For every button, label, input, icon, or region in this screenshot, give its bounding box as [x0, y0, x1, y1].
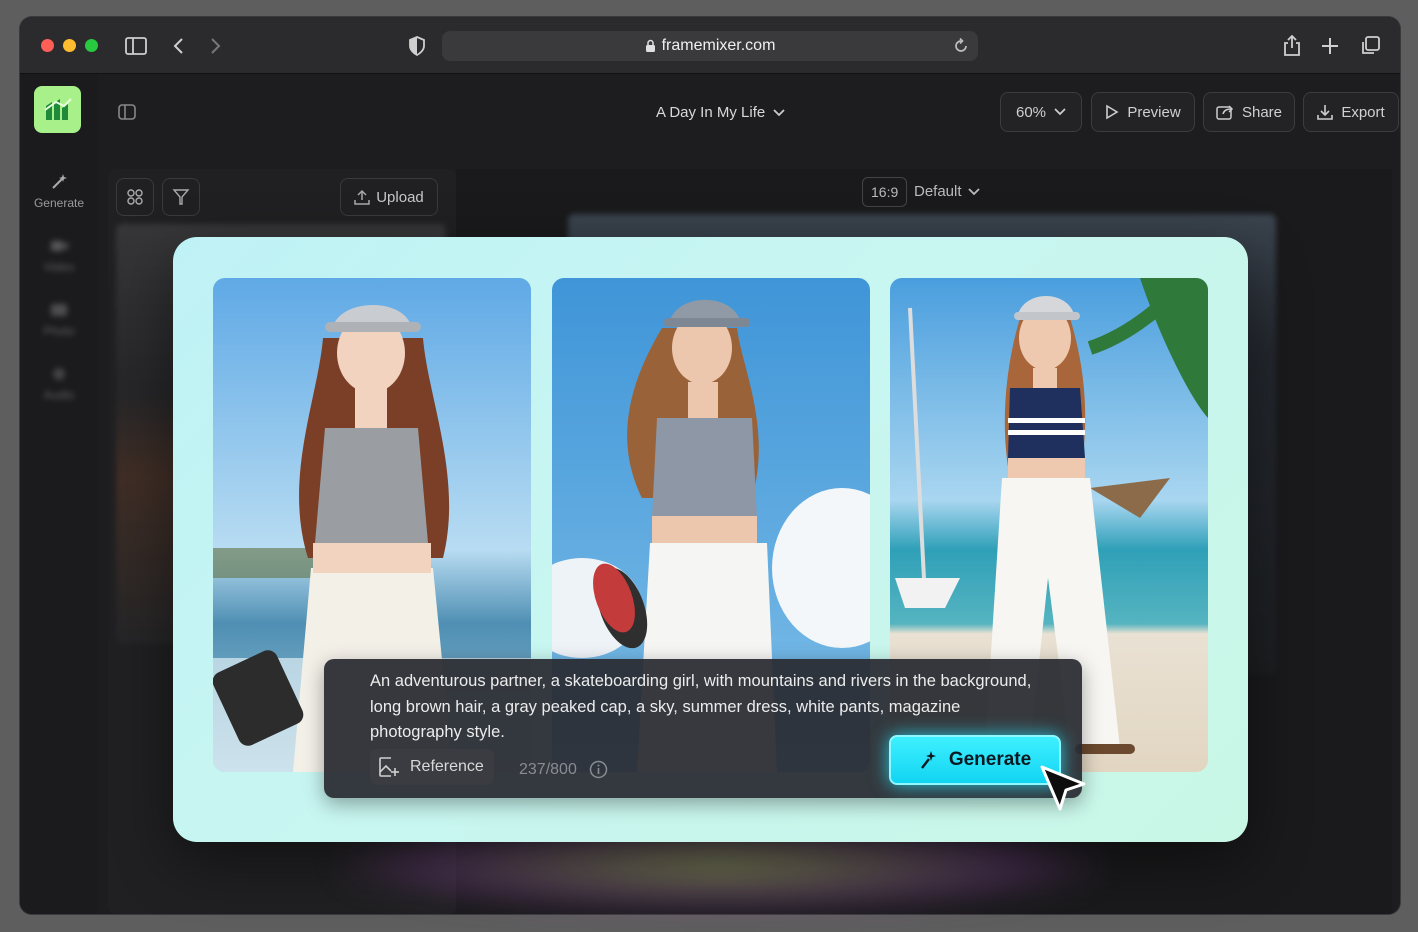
preview-label: Preview	[1127, 103, 1181, 121]
browser-titlebar: framemixer.com	[20, 17, 1400, 74]
url-text: framemixer.com	[661, 37, 776, 54]
sidebar-toggle-icon[interactable]	[124, 34, 148, 58]
project-title-dropdown[interactable]: A Day In My Life	[656, 104, 785, 121]
aspect-ratio-value: 16:9	[871, 184, 899, 200]
logo-icon	[43, 97, 72, 120]
sidebar-item-video[interactable]: Video	[20, 236, 98, 274]
app-logo[interactable]	[34, 86, 81, 133]
upload-icon	[354, 189, 370, 205]
filter-icon	[172, 189, 190, 205]
reference-label: Reference	[410, 758, 484, 775]
share-button[interactable]: Share	[1203, 92, 1295, 132]
upload-button[interactable]: Upload	[340, 178, 438, 216]
reference-button[interactable]: Reference	[370, 749, 494, 785]
filter-button[interactable]	[162, 178, 200, 216]
character-count-value: 237/800	[519, 760, 577, 778]
zoom-value: 60%	[1015, 103, 1047, 121]
aspect-ratio-button[interactable]: 16:9	[862, 177, 908, 207]
video-icon	[51, 241, 68, 251]
maximize-window-button[interactable]	[85, 39, 98, 52]
upload-label: Upload	[376, 188, 424, 206]
chevron-down-icon	[1054, 108, 1066, 116]
play-icon	[1106, 104, 1119, 120]
info-icon[interactable]	[589, 760, 608, 779]
layout-value: Default	[914, 183, 962, 200]
generation-card: An adventurous partner, a skateboarding …	[173, 237, 1248, 842]
app-sidebar: Generate Video Photo Audio	[20, 74, 98, 914]
sparkle-wand-icon	[920, 751, 936, 769]
mouse-cursor-icon	[1040, 765, 1086, 811]
audio-icon	[53, 368, 65, 380]
export-button[interactable]: Export	[1303, 92, 1399, 132]
editor-topbar: A Day In My Life 60% Preview Share Expor…	[98, 74, 1400, 154]
privacy-shield-icon[interactable]	[405, 34, 429, 58]
generate-button[interactable]: Generate	[889, 735, 1061, 785]
panel-toggle-icon[interactable]	[118, 104, 136, 125]
share-page-icon[interactable]	[1280, 34, 1304, 58]
address-bar[interactable]: framemixer.com	[442, 31, 978, 61]
chevron-down-icon	[773, 108, 785, 116]
back-icon[interactable]	[166, 34, 190, 58]
share-label: Share	[1241, 103, 1283, 121]
download-icon	[1317, 105, 1334, 120]
project-title: A Day In My Life	[656, 104, 766, 121]
photo-icon	[51, 304, 67, 316]
sidebar-item-audio[interactable]: Audio	[20, 364, 98, 402]
grid-view-button[interactable]	[116, 178, 154, 216]
preview-button[interactable]: Preview	[1091, 92, 1195, 132]
chevron-down-icon	[967, 187, 980, 195]
lock-icon	[645, 39, 655, 52]
minimize-window-button[interactable]	[63, 39, 76, 52]
prompt-panel: An adventurous partner, a skateboarding …	[324, 659, 1082, 798]
add-image-icon	[379, 757, 399, 777]
tab-overview-icon[interactable]	[1358, 34, 1382, 58]
sidebar-item-label: Generate	[33, 196, 85, 210]
close-window-button[interactable]	[41, 39, 54, 52]
export-label: Export	[1341, 103, 1385, 121]
sidebar-item-label: Audio	[43, 388, 75, 402]
sidebar-item-generate[interactable]: Generate	[20, 172, 98, 210]
forward-icon[interactable]	[204, 34, 228, 58]
sidebar-item-label: Photo	[43, 324, 75, 338]
zoom-dropdown[interactable]: 60%	[1000, 92, 1082, 132]
share-icon	[1216, 105, 1234, 120]
layout-dropdown[interactable]: Default	[914, 183, 980, 200]
sidebar-item-photo[interactable]: Photo	[20, 300, 98, 338]
new-tab-icon[interactable]	[1318, 34, 1342, 58]
generate-label: Generate	[948, 749, 1032, 770]
magic-wand-icon	[52, 174, 67, 189]
reload-icon[interactable]	[952, 37, 970, 55]
character-count: 237/800	[519, 760, 608, 779]
grid-icon	[127, 189, 143, 205]
sidebar-item-label: Video	[43, 260, 75, 274]
